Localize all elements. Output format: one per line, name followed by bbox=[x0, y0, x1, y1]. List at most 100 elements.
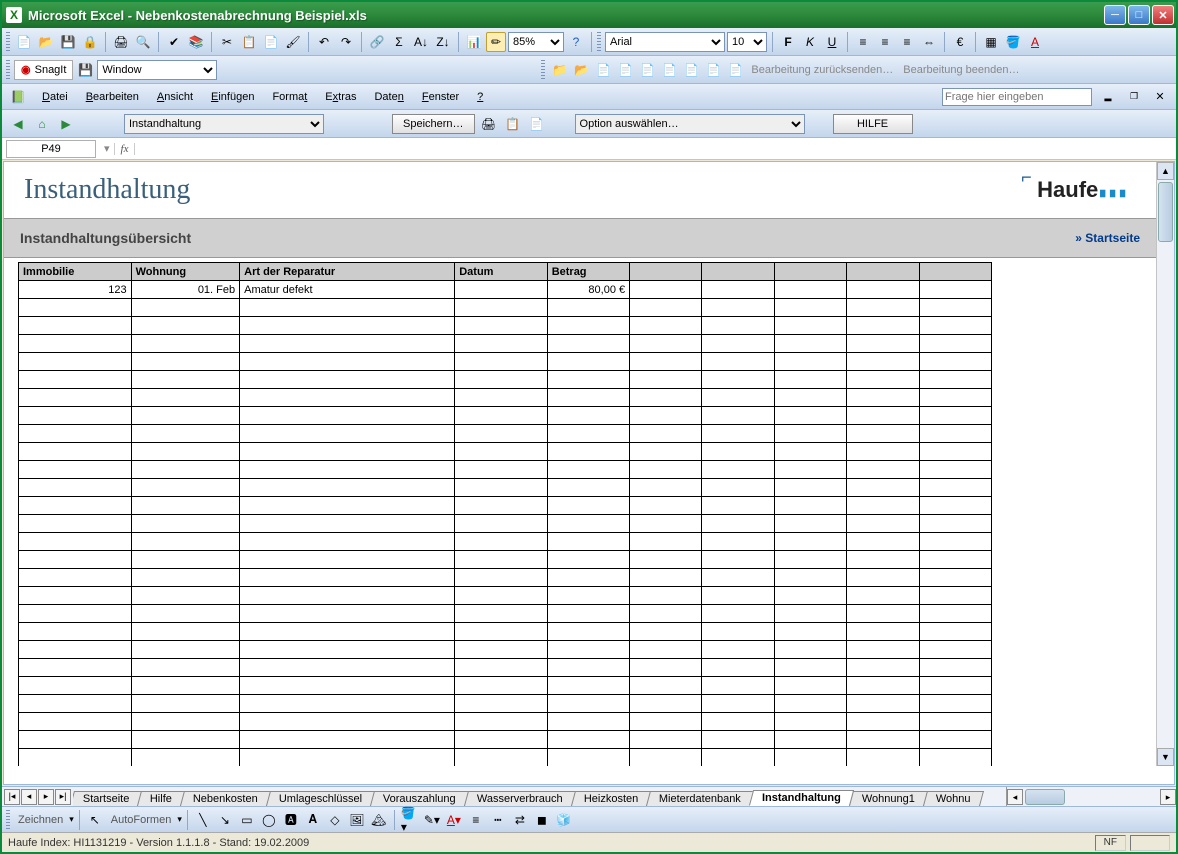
table-cell[interactable] bbox=[131, 749, 240, 767]
table-cell[interactable] bbox=[919, 623, 991, 641]
table-cell[interactable] bbox=[19, 371, 132, 389]
table-row[interactable] bbox=[19, 677, 992, 695]
menu-einfuegen[interactable]: Einfügen bbox=[203, 89, 262, 105]
rectangle-icon[interactable]: ▭ bbox=[237, 810, 257, 830]
close-button[interactable]: ✕ bbox=[1152, 5, 1174, 25]
table-cell[interactable] bbox=[547, 497, 629, 515]
sheet-tab[interactable]: Wohnu bbox=[923, 791, 984, 806]
table-cell[interactable] bbox=[847, 713, 919, 731]
table-row[interactable] bbox=[19, 479, 992, 497]
table-cell[interactable] bbox=[19, 299, 132, 317]
table-cell[interactable] bbox=[702, 569, 774, 587]
table-cell[interactable] bbox=[131, 605, 240, 623]
autosum-icon[interactable]: Σ bbox=[389, 32, 409, 52]
font-color-icon[interactable]: A bbox=[1025, 32, 1045, 52]
table-cell[interactable] bbox=[919, 695, 991, 713]
table-cell[interactable] bbox=[547, 551, 629, 569]
table-cell[interactable] bbox=[774, 587, 846, 605]
table-cell[interactable] bbox=[240, 605, 455, 623]
bold-icon[interactable]: F bbox=[778, 32, 798, 52]
table-cell[interactable] bbox=[19, 443, 132, 461]
table-cell[interactable] bbox=[630, 515, 702, 533]
table-cell[interactable] bbox=[19, 425, 132, 443]
table-cell[interactable] bbox=[131, 569, 240, 587]
tab-prev-icon[interactable]: ◂ bbox=[21, 789, 37, 805]
table-cell[interactable] bbox=[131, 407, 240, 425]
option-combo[interactable]: Option auswählen… bbox=[575, 114, 805, 134]
italic-icon[interactable]: K bbox=[800, 32, 820, 52]
table-cell[interactable] bbox=[702, 299, 774, 317]
table-cell[interactable] bbox=[240, 749, 455, 767]
table-cell[interactable] bbox=[702, 677, 774, 695]
table-cell[interactable] bbox=[847, 533, 919, 551]
tab-next-icon[interactable]: ▸ bbox=[38, 789, 54, 805]
table-cell[interactable] bbox=[702, 497, 774, 515]
table-cell[interactable] bbox=[919, 299, 991, 317]
table-cell[interactable] bbox=[547, 695, 629, 713]
sheet-tab[interactable]: Mieterdatenbank bbox=[646, 791, 754, 806]
table-cell[interactable] bbox=[630, 605, 702, 623]
table-cell[interactable] bbox=[847, 605, 919, 623]
table-cell[interactable] bbox=[547, 371, 629, 389]
table-cell[interactable] bbox=[19, 569, 132, 587]
review-icon2[interactable]: 📄 bbox=[615, 60, 635, 80]
table-cell[interactable] bbox=[630, 533, 702, 551]
table-cell[interactable] bbox=[240, 479, 455, 497]
nav-home-icon[interactable]: ⌂ bbox=[32, 114, 52, 134]
chart-icon[interactable]: 📊 bbox=[464, 32, 484, 52]
table-cell[interactable] bbox=[774, 461, 846, 479]
table-cell[interactable] bbox=[455, 443, 547, 461]
table-cell[interactable] bbox=[131, 497, 240, 515]
table-cell[interactable] bbox=[240, 425, 455, 443]
table-cell[interactable] bbox=[630, 749, 702, 767]
table-cell[interactable] bbox=[455, 317, 547, 335]
table-cell[interactable] bbox=[547, 479, 629, 497]
table-cell[interactable] bbox=[19, 551, 132, 569]
table-cell[interactable] bbox=[455, 641, 547, 659]
table-cell[interactable] bbox=[131, 461, 240, 479]
table-cell[interactable] bbox=[19, 641, 132, 659]
clipart-icon[interactable]: 🖼 bbox=[347, 810, 367, 830]
table-cell[interactable] bbox=[919, 749, 991, 767]
menu-extras[interactable]: Extras bbox=[317, 89, 364, 105]
fill-color-icon[interactable]: 🪣 bbox=[1003, 32, 1023, 52]
table-cell[interactable] bbox=[702, 425, 774, 443]
table-cell[interactable] bbox=[240, 335, 455, 353]
table-cell[interactable] bbox=[774, 281, 846, 299]
table-cell[interactable] bbox=[702, 605, 774, 623]
sheet-tab[interactable]: Heizkosten bbox=[571, 791, 651, 806]
table-cell[interactable] bbox=[455, 281, 547, 299]
snagit-button[interactable]: ◉ SnagIt bbox=[14, 60, 73, 80]
table-cell[interactable] bbox=[630, 461, 702, 479]
table-row[interactable] bbox=[19, 299, 992, 317]
table-cell[interactable] bbox=[131, 299, 240, 317]
table-cell[interactable] bbox=[19, 407, 132, 425]
table-cell[interactable] bbox=[919, 425, 991, 443]
table-cell[interactable] bbox=[774, 713, 846, 731]
table-cell[interactable] bbox=[630, 623, 702, 641]
table-cell[interactable] bbox=[455, 695, 547, 713]
font-name-combo[interactable]: Arial bbox=[605, 32, 725, 52]
table-cell[interactable] bbox=[630, 551, 702, 569]
table-cell[interactable] bbox=[919, 605, 991, 623]
review-return-label[interactable]: Bearbeitung zurücksenden… bbox=[747, 64, 897, 76]
table-cell[interactable] bbox=[630, 659, 702, 677]
print-small-icon[interactable]: 🖨 bbox=[479, 114, 499, 134]
scroll-down-icon[interactable]: ▼ bbox=[1157, 748, 1174, 766]
toolbar-grip[interactable] bbox=[597, 32, 601, 52]
table-cell[interactable] bbox=[240, 497, 455, 515]
table-cell[interactable] bbox=[847, 731, 919, 749]
table-cell[interactable] bbox=[131, 641, 240, 659]
table-cell[interactable] bbox=[547, 731, 629, 749]
table-cell[interactable] bbox=[630, 677, 702, 695]
table-cell[interactable]: 80,00 € bbox=[547, 281, 629, 299]
font-color-draw-icon[interactable]: A▾ bbox=[444, 810, 464, 830]
table-cell[interactable] bbox=[455, 713, 547, 731]
table-cell[interactable] bbox=[455, 659, 547, 677]
table-cell[interactable] bbox=[774, 425, 846, 443]
table-cell[interactable] bbox=[547, 587, 629, 605]
review-icon3[interactable]: 📄 bbox=[637, 60, 657, 80]
name-box-dropdown-icon[interactable]: ▾ bbox=[100, 142, 114, 155]
menu-bearbeiten[interactable]: Bearbeiten bbox=[78, 89, 147, 105]
spellcheck-icon[interactable]: ✔ bbox=[164, 32, 184, 52]
